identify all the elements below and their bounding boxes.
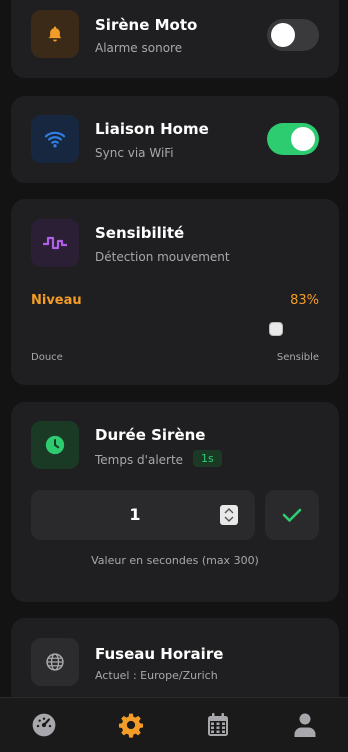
confirm-duration-button[interactable] [265,490,319,540]
siren-toggle-knob [271,23,295,47]
gear-icon [118,713,143,738]
home-link-toggle-knob [291,127,315,151]
siren-title: Sirène Moto [95,16,198,34]
nav-calendar[interactable] [198,705,238,745]
duration-badge: 1s [193,450,222,467]
check-icon [282,508,302,522]
sensitivity-card: Sensibilité Détection mouvement Niveau 8… [11,199,339,385]
duration-input[interactable]: 1 [31,505,239,524]
nav-profile[interactable] [285,705,325,745]
dashboard-icon [32,713,55,737]
user-icon [294,713,315,737]
duration-input-box[interactable]: 1 [31,490,255,540]
siren-duration-card: Durée Sirène Temps d'alerte 1s 1 Valeur … [11,402,339,602]
waveform-icon [43,236,67,250]
siren-toggle[interactable] [267,19,319,51]
wifi-icon-box [31,115,79,163]
home-link-subtitle: Sync via WiFi [95,146,174,160]
home-link-toggle[interactable] [267,123,319,155]
level-label: Niveau [31,293,82,308]
home-link-card: Liaison Home Sync via WiFi [11,96,339,183]
nav-dashboard[interactable] [24,705,64,745]
siren-card: Sirène Moto Alarme sonore [11,0,339,78]
number-stepper[interactable] [220,505,238,525]
nav-settings[interactable] [111,705,151,745]
sensitivity-title: Sensibilité [95,224,185,242]
duration-title: Durée Sirène [95,426,206,444]
stepper-arrows-icon [224,508,234,522]
siren-icon-box [31,10,79,58]
bottom-nav [0,697,348,752]
level-value: 83% [290,293,319,308]
slider-thumb[interactable] [268,322,283,336]
slider-max-label: Sensible [276,352,319,363]
sensitivity-slider[interactable] [31,319,319,339]
sensitivity-icon-box [31,219,79,267]
bell-icon [48,26,62,42]
duration-icon-box [31,421,79,469]
duration-subtitle: Temps d'alerte [95,453,184,467]
calendar-icon [207,713,228,736]
timezone-title: Fuseau Horaire [95,645,224,663]
timezone-subtitle: Actuel : Europe/Zurich [95,669,218,682]
clock-icon [45,435,65,455]
duration-hint: Valeur en secondes (max 300) [91,554,259,567]
sensitivity-subtitle: Détection mouvement [95,250,230,264]
globe-icon [46,653,64,671]
slider-min-label: Douce [31,352,63,363]
wifi-icon [44,131,66,148]
home-link-title: Liaison Home [95,120,209,138]
timezone-icon-box [31,638,79,686]
siren-subtitle: Alarme sonore [95,41,183,55]
